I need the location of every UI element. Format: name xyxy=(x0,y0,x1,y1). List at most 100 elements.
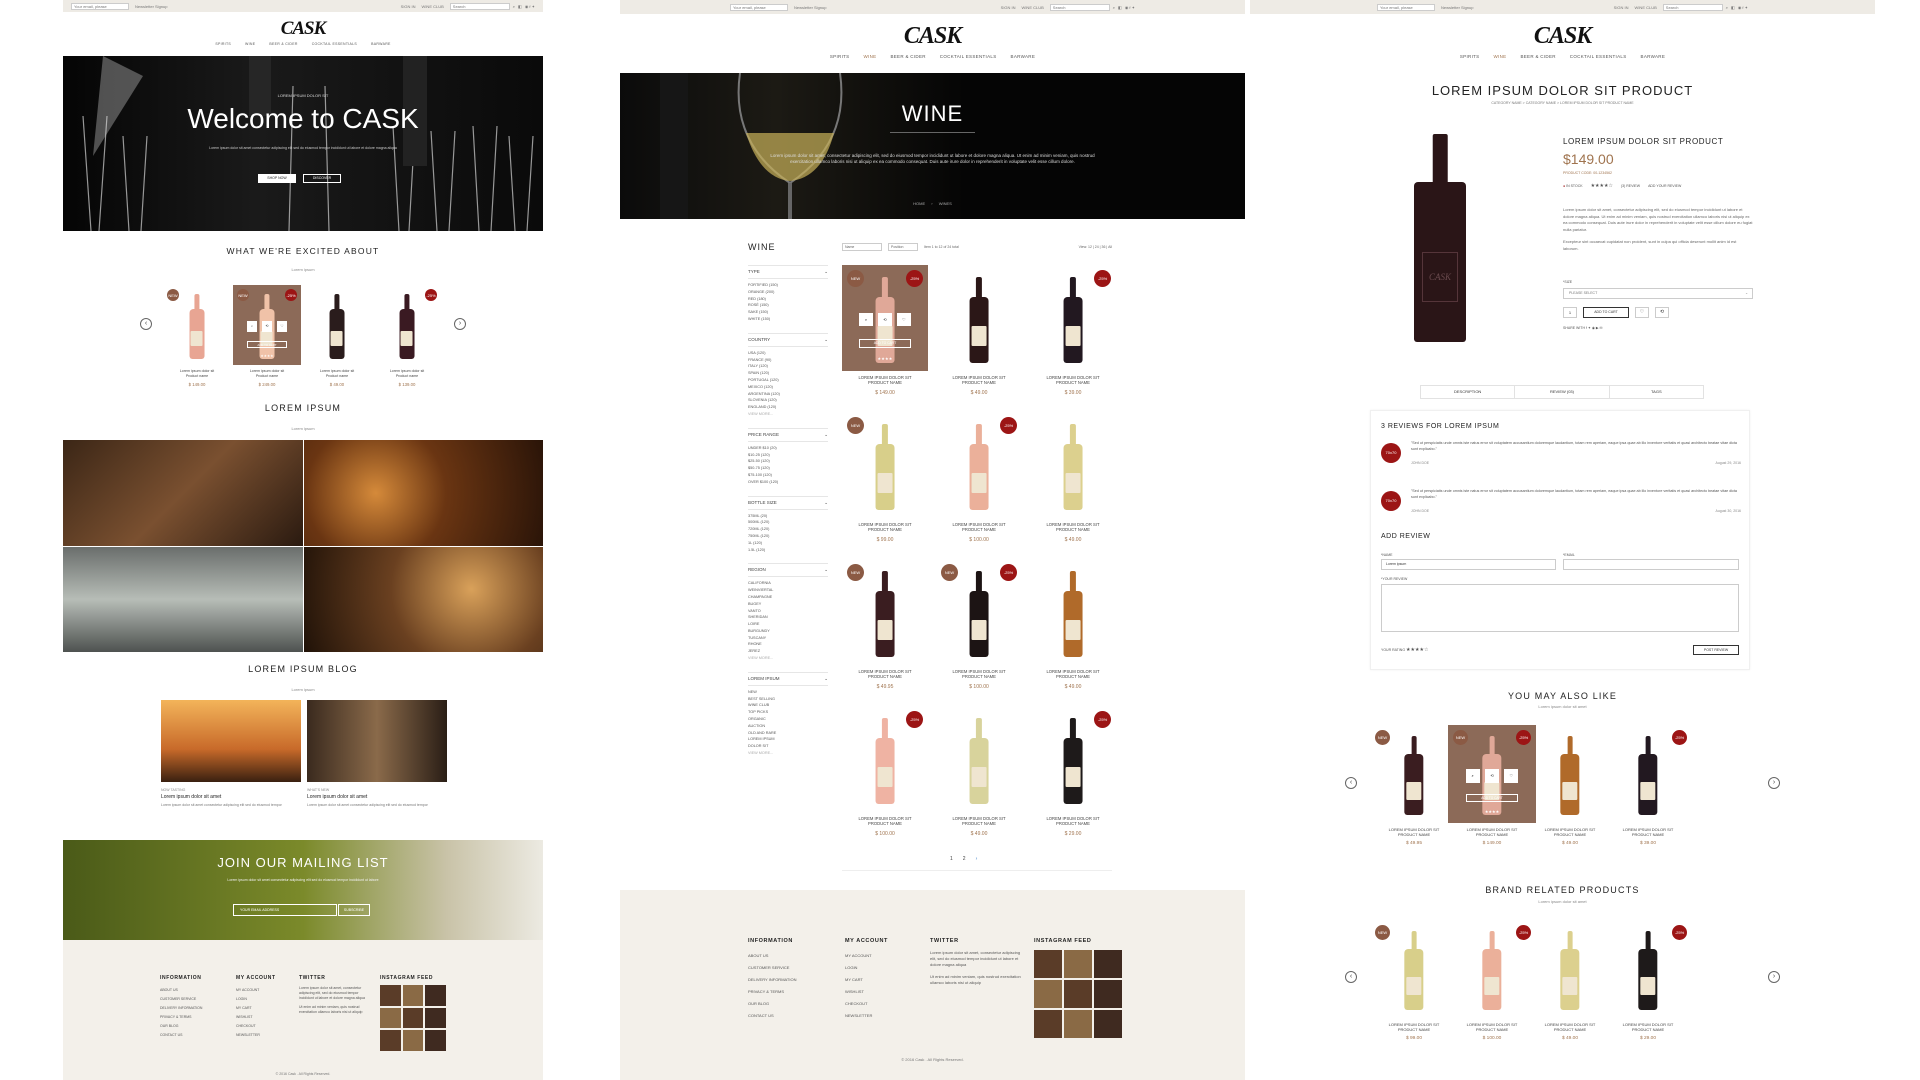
nav-item-barware[interactable]: BARWARE xyxy=(1641,54,1666,59)
gallery-image-barrels[interactable] xyxy=(303,440,543,546)
heart-icon[interactable]: ♡ xyxy=(1504,769,1519,784)
review-textarea[interactable] xyxy=(1381,584,1739,632)
compare-icon[interactable]: ⟲ xyxy=(1484,769,1500,784)
sign-in-link[interactable]: SIGN IN xyxy=(1614,5,1629,10)
product-name[interactable]: LOREM IPSUM DOLOR SIT PRODUCT NAME xyxy=(1448,1022,1536,1032)
filter-option[interactable]: $75-100 (120) xyxy=(748,472,828,479)
filter-option[interactable]: 1L (120) xyxy=(748,540,828,547)
blog-post[interactable]: NOW TASTING Lorem ipsum dolor sit amet Lor… xyxy=(161,700,301,830)
filter-option[interactable]: $25-50 (120) xyxy=(748,458,828,465)
subscribe-button[interactable]: SUBSCRIBE xyxy=(338,904,370,916)
product-card[interactable]: Lorem ipsum dolor sit Product name $ 49.0… xyxy=(303,285,371,393)
logo[interactable]: CASK xyxy=(63,18,543,40)
product-image[interactable] xyxy=(1526,920,1614,1018)
also-prev-arrow[interactable]: ‹ xyxy=(1345,777,1357,789)
sort-select[interactable]: Name xyxy=(842,243,882,251)
page-next[interactable]: › xyxy=(976,856,978,862)
footer-link[interactable]: PRIVACY & TERMS xyxy=(160,1013,202,1022)
filter-group-header[interactable]: TYPE ⌄ xyxy=(748,265,828,279)
filter-option[interactable]: TOP PICKS xyxy=(748,709,828,716)
filter-option[interactable]: PORTUGAL (120) xyxy=(748,377,828,384)
filter-option[interactable]: SHERIDAN xyxy=(748,614,828,621)
nav-item-wine[interactable]: WINE xyxy=(1493,54,1506,59)
filter-option[interactable]: VANTO xyxy=(748,608,828,615)
nav-item-cocktail-essentials[interactable]: COCKTAIL ESSENTIALS xyxy=(1570,54,1627,59)
add-to-cart-button[interactable]: ADD TO CART xyxy=(1465,793,1519,802)
product-card[interactable]: LOREM IPSUM DOLOR SIT PRODUCT NAME $ 49.0… xyxy=(1030,559,1116,701)
newsletter-link[interactable]: Newsletter Signup xyxy=(794,5,826,10)
product-name[interactable]: LOREM IPSUM DOLOR SIT PRODUCT NAME xyxy=(1448,827,1536,837)
cart-icon[interactable]: ◧ xyxy=(1118,5,1122,10)
product-card[interactable]: -25% Lorem ipsum dolor sit Product name $ … xyxy=(373,285,441,393)
wine-club-link[interactable]: WINE CLUB xyxy=(1635,5,1657,10)
footer-link[interactable]: DELIVERY INFORMATION xyxy=(748,974,796,986)
blog-post-title[interactable]: Lorem ipsum dolor sit amet xyxy=(307,794,447,800)
social-icons[interactable]: ◉ f ✦ xyxy=(1125,5,1135,10)
footer-link[interactable]: ABOUT US xyxy=(748,950,796,962)
filter-option[interactable]: VIEW MORE... xyxy=(748,750,828,757)
filter-option[interactable]: SPAIN (120) xyxy=(748,370,828,377)
product-card[interactable]: LOREM IPSUM DOLOR SIT PRODUCT NAME $ 49.0… xyxy=(936,265,1022,407)
product-name[interactable]: LOREM IPSUM DOLOR SIT PRODUCT NAME xyxy=(1030,375,1116,386)
filter-option[interactable]: $50-75 (120) xyxy=(748,465,828,472)
cart-icon[interactable]: ◧ xyxy=(1731,5,1735,10)
heart-icon[interactable]: ♡ xyxy=(276,321,288,332)
filter-option[interactable]: 500ML (120) xyxy=(748,519,828,526)
footer-link[interactable]: NEWSLETTER xyxy=(236,1031,276,1040)
product-image[interactable] xyxy=(1030,412,1116,518)
post-review-button[interactable]: POST REVIEW xyxy=(1693,645,1739,655)
filter-option[interactable]: JEREZ xyxy=(748,648,828,655)
filter-group-header[interactable]: COUNTRY ⌄ xyxy=(748,332,828,347)
product-card[interactable]: -25% LOREM IPSUM DOLOR SIT PRODUCT NAME $ … xyxy=(1604,725,1692,850)
product-name[interactable]: LOREM IPSUM DOLOR SIT PRODUCT NAME xyxy=(936,816,1022,827)
filter-option[interactable]: VIEW MORE... xyxy=(748,655,828,662)
product-image[interactable]: CASK xyxy=(1340,120,1540,370)
product-card[interactable]: LOREM IPSUM DOLOR SIT PRODUCT NAME $ 49.0… xyxy=(1030,412,1116,554)
footer-link[interactable]: CHECKOUT xyxy=(236,1022,276,1031)
review-name-input[interactable]: Lorem ipsum xyxy=(1381,559,1556,570)
mailing-email-input[interactable]: YOUR EMAIL ADDRESS xyxy=(233,904,337,916)
filter-option[interactable]: 720ML (120) xyxy=(748,526,828,533)
filter-option[interactable]: WHITE (150) xyxy=(748,316,828,323)
filter-option[interactable]: 1.5L (120) xyxy=(748,547,828,554)
filter-option[interactable]: NEW xyxy=(748,689,828,696)
breadcrumb-home[interactable]: HOME xyxy=(913,201,925,206)
cart-icon[interactable]: ◧ xyxy=(518,4,522,9)
position-select[interactable]: Position xyxy=(888,243,918,251)
shop-now-button[interactable]: SHOP NOW xyxy=(258,174,296,183)
social-icons[interactable]: ◉ f ✦ xyxy=(525,4,535,9)
gallery-image-bar[interactable] xyxy=(303,546,543,652)
nav-item-barware[interactable]: BARWARE xyxy=(371,42,391,46)
filter-option[interactable]: UNDER $10 (20) xyxy=(748,445,828,452)
filter-option[interactable]: SAKE (150) xyxy=(748,309,828,316)
filter-option[interactable]: RHONE xyxy=(748,641,828,648)
product-card[interactable]: -25% LOREM IPSUM DOLOR SIT PRODUCT NAME $ … xyxy=(936,412,1022,554)
nav-item-spirits[interactable]: SPIRITS xyxy=(1460,54,1480,59)
social-icons[interactable]: ◉ f ✦ xyxy=(1738,5,1748,10)
tab-tags[interactable]: TAGS xyxy=(1610,386,1703,398)
product-name[interactable]: LOREM IPSUM DOLOR SIT PRODUCT NAME xyxy=(1526,827,1614,837)
add-to-cart-button[interactable]: ADD TO CART xyxy=(246,341,288,349)
product-name[interactable]: LOREM IPSUM DOLOR SIT PRODUCT NAME xyxy=(842,669,928,680)
product-name[interactable]: LOREM IPSUM DOLOR SIT PRODUCT NAME xyxy=(842,816,928,827)
filter-option[interactable]: BURGUNDY xyxy=(748,628,828,635)
wishlist-heart-icon[interactable]: ♡ xyxy=(1635,307,1649,318)
filter-option[interactable]: LOREM IPSUM xyxy=(748,736,828,743)
filter-option[interactable]: BEST SELLING xyxy=(748,696,828,703)
filter-option[interactable]: ARGENTINA (120) xyxy=(748,391,828,398)
logo[interactable]: CASK xyxy=(1250,23,1875,50)
tab-review[interactable]: REVIEW (03) xyxy=(1515,386,1610,398)
product-card[interactable]: NEW Lorem ipsum dolor sit Product name $ 1… xyxy=(163,285,231,393)
filter-option[interactable]: WEINVIERTAL xyxy=(748,587,828,594)
footer-link[interactable]: OUR BLOG xyxy=(160,1022,202,1031)
product-name[interactable]: LOREM IPSUM DOLOR SIT PRODUCT NAME xyxy=(1370,827,1458,837)
product-card[interactable]: -25% LOREM IPSUM DOLOR SIT PRODUCT NAME $ … xyxy=(1030,265,1116,407)
also-next-arrow[interactable]: › xyxy=(1768,777,1780,789)
filter-option[interactable]: ORGANIC xyxy=(748,716,828,723)
wine-club-link[interactable]: WINE CLUB xyxy=(422,4,444,9)
filter-option[interactable]: 750ML (120) xyxy=(748,533,828,540)
filter-option[interactable]: USA (120) xyxy=(748,350,828,357)
filter-option[interactable]: LOIRE xyxy=(748,621,828,628)
add-to-cart-button[interactable]: ADD TO CART xyxy=(859,339,911,348)
email-input[interactable]: Your email, please xyxy=(71,2,129,10)
